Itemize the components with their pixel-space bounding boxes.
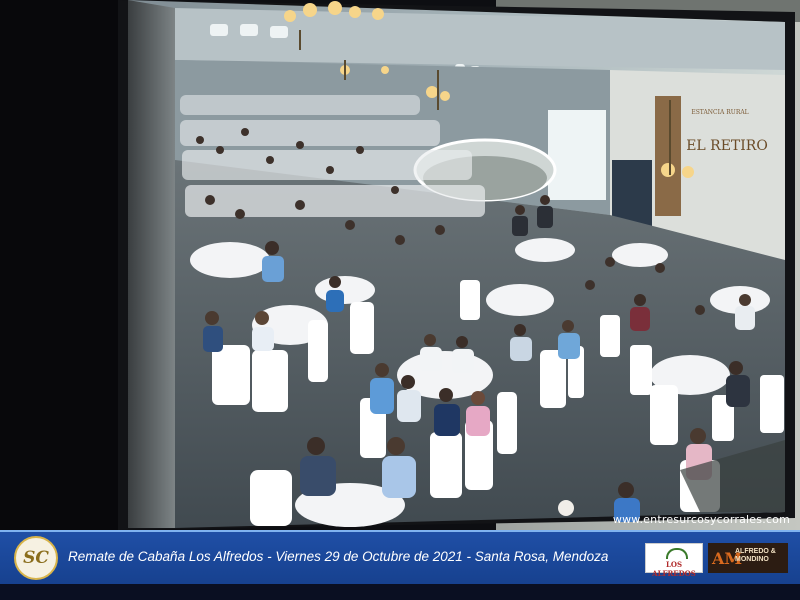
los-alfredos-logo: LOS ALFREDOS	[645, 543, 703, 578]
caption-text: Remate de Cabaña Los Alfredos - Viernes …	[68, 549, 609, 564]
sc-logo-text: SC	[23, 548, 49, 568]
alfredo-mondino-logo: AM ALFREDO & MONDINO	[708, 543, 788, 573]
sc-logo: SC	[14, 536, 58, 580]
caption-bar: SC Remate de Cabaña Los Alfredos - Viern…	[0, 530, 800, 584]
event-photo: ESTANCIA RURAL EL RETIRO	[0, 0, 800, 600]
los-alfredos-text: LOS ALFREDOS	[652, 560, 696, 578]
sign-subtitle: ESTANCIA RURAL	[691, 109, 748, 116]
mondino-name: ALFREDO & MONDINO	[735, 548, 776, 563]
caption-bar-bottom	[0, 584, 800, 600]
horseshoe-icon	[666, 548, 688, 559]
sign-title: EL RETIRO	[686, 138, 768, 154]
watermark-url: www.entresurcosycorrales.com	[612, 513, 790, 526]
